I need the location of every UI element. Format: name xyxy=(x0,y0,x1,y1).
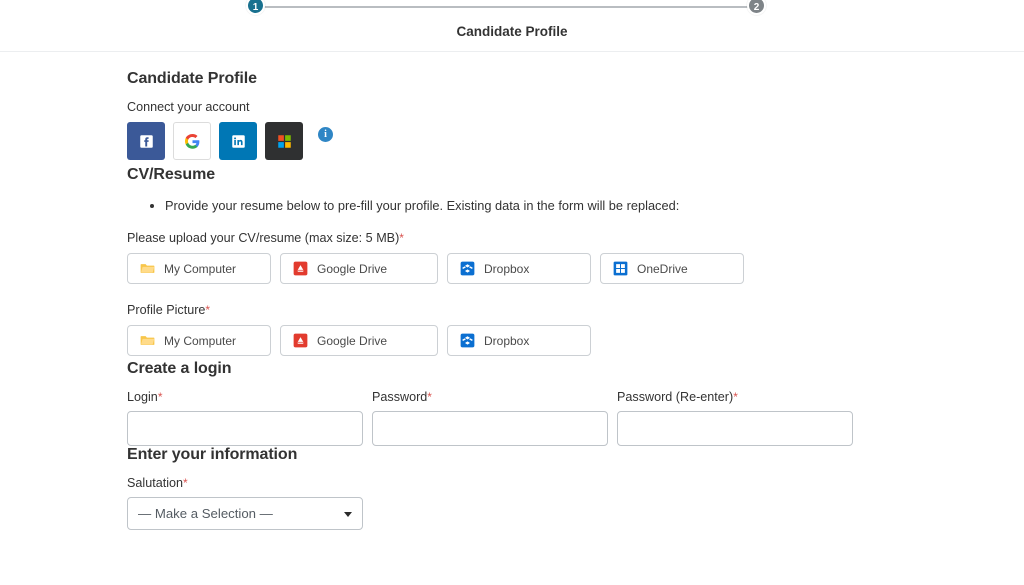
google-icon xyxy=(184,133,200,149)
step-1-node[interactable]: 1 xyxy=(246,0,265,15)
login-field-group: Login* xyxy=(127,390,363,447)
progress-stepper: 1 2 Candidate Profile xyxy=(0,0,1024,52)
password-field-label: Password* xyxy=(372,390,608,404)
profile-picture-google-drive-label: Google Drive xyxy=(317,333,388,348)
dropbox-icon xyxy=(460,261,475,276)
profile-picture-dropbox-label: Dropbox xyxy=(484,333,530,348)
connect-info-icon[interactable]: i xyxy=(318,126,333,142)
password-field-group: Password* xyxy=(372,390,608,447)
cv-upload-label-text: Please upload your CV/resume (max size: … xyxy=(127,231,400,246)
password-input[interactable] xyxy=(372,411,608,447)
form-content: Candidate Profile Connect your account i… xyxy=(127,52,887,531)
connect-account-label: Connect your account xyxy=(127,100,250,114)
step-2-node[interactable]: 2 xyxy=(747,0,766,15)
connect-facebook-button[interactable] xyxy=(127,122,165,160)
create-login-heading: Create a login xyxy=(127,360,232,378)
stepper-connector-line xyxy=(262,6,750,8)
cv-resume-heading: CV/Resume xyxy=(127,166,216,183)
google-drive-icon xyxy=(293,333,308,348)
login-fields-row: Login* Password* Password (Re-enter)* xyxy=(127,390,887,447)
profile-picture-google-drive-button[interactable]: Google Drive xyxy=(280,325,438,357)
folder-icon xyxy=(140,333,155,348)
cv-upload-dropbox-button[interactable]: Dropbox xyxy=(447,253,591,285)
cv-upload-google-drive-label: Google Drive xyxy=(317,261,388,276)
profile-picture-my-computer-button[interactable]: My Computer xyxy=(127,325,271,357)
connect-google-button[interactable] xyxy=(173,122,211,160)
cv-resume-note-list: Provide your resume below to pre-fill yo… xyxy=(127,196,887,215)
salutation-label-text: Salutation xyxy=(127,476,184,491)
salutation-select[interactable]: — Make a Selection — xyxy=(127,497,363,531)
dropbox-icon xyxy=(460,333,475,348)
microsoft-icon xyxy=(277,134,292,149)
password-required-marker: * xyxy=(427,390,432,405)
page-body: Candidate Profile Connect your account i… xyxy=(0,52,1024,531)
login-required-marker: * xyxy=(157,390,163,405)
password-reenter-field-label-text: Password (Re-enter) xyxy=(617,390,734,405)
login-input[interactable] xyxy=(127,411,363,447)
salutation-label: Salutation* xyxy=(127,476,887,490)
cv-upload-required-marker: * xyxy=(399,231,404,246)
cv-upload-label: Please upload your CV/resume (max size: … xyxy=(127,231,887,245)
connect-microsoft-button[interactable] xyxy=(265,122,303,160)
cv-upload-google-drive-button[interactable]: Google Drive xyxy=(280,253,438,285)
password-reenter-input[interactable] xyxy=(617,411,853,447)
salutation-required-marker: * xyxy=(183,476,188,491)
cv-upload-dropbox-label: Dropbox xyxy=(484,261,530,276)
password-reenter-field-group: Password (Re-enter)* xyxy=(617,390,853,447)
profile-picture-label: Profile Picture* xyxy=(127,303,887,317)
onedrive-icon xyxy=(613,261,628,276)
cv-upload-onedrive-button[interactable]: OneDrive xyxy=(600,253,744,285)
password-field-label-text: Password xyxy=(372,390,428,405)
password-reenter-field-label: Password (Re-enter)* xyxy=(617,390,853,404)
cv-upload-my-computer-button[interactable]: My Computer xyxy=(127,253,271,285)
page-title: Candidate Profile xyxy=(127,70,257,87)
stepper-current-step-title: Candidate Profile xyxy=(456,24,568,39)
stepper-track: 1 2 xyxy=(246,0,766,22)
social-connect-row: i xyxy=(127,122,887,160)
connect-linkedin-button[interactable] xyxy=(219,122,257,160)
salutation-select-wrapper: — Make a Selection — xyxy=(127,497,363,531)
google-drive-icon xyxy=(293,261,308,276)
enter-information-heading: Enter your information xyxy=(127,446,298,464)
login-field-label-text: Login xyxy=(127,390,158,405)
profile-picture-dropbox-button[interactable]: Dropbox xyxy=(447,325,591,357)
profile-picture-my-computer-label: My Computer xyxy=(164,333,237,348)
facebook-icon xyxy=(139,134,154,149)
login-field-label: Login* xyxy=(127,390,363,404)
cv-upload-onedrive-label: OneDrive xyxy=(637,261,688,276)
cv-upload-my-computer-label: My Computer xyxy=(164,261,237,276)
profile-picture-label-text: Profile Picture xyxy=(127,303,206,318)
password-reenter-required-marker: * xyxy=(733,390,738,405)
cv-upload-source-row: My Computer Google Drive Dropbox OneDriv… xyxy=(127,253,887,285)
linkedin-icon xyxy=(231,134,246,149)
profile-picture-required-marker: * xyxy=(205,303,211,318)
cv-resume-note: Provide your resume below to pre-fill yo… xyxy=(165,196,887,215)
profile-picture-source-row: My Computer Google Drive Dropbox xyxy=(127,325,887,357)
folder-icon xyxy=(140,261,155,276)
